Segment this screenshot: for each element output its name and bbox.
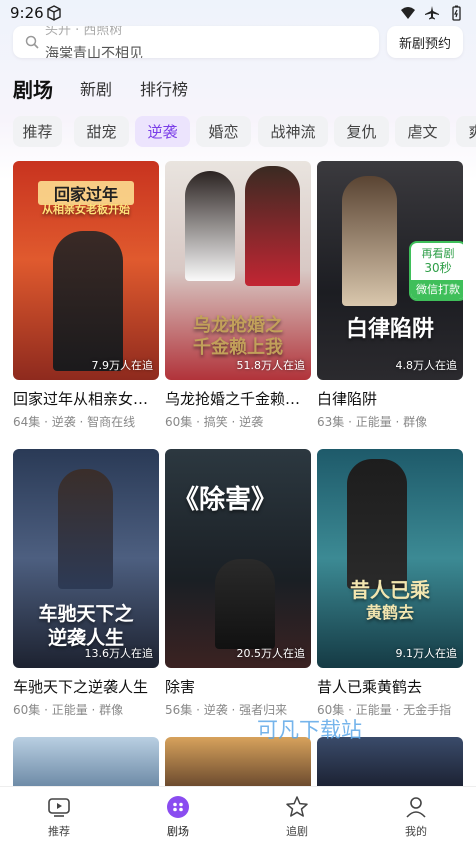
- drama-poster-partial[interactable]: [13, 737, 159, 787]
- box-icon: [47, 5, 61, 21]
- views-count: 13.6万人在追: [84, 647, 154, 660]
- drama-title: 白律陷阱: [317, 390, 378, 408]
- drama-poster: 《除害》 20.5万人在追: [165, 449, 311, 668]
- badge-line3: 微信打款: [411, 280, 463, 299]
- poster-subtitle: 千金赖上我: [193, 337, 283, 358]
- drama-poster: 回家过年 从相亲女老板开始 7.9万人在追: [13, 161, 159, 380]
- poster-figure: [58, 469, 113, 589]
- drama-meta: 64集 · 逆袭 · 智商在线: [13, 415, 136, 429]
- poster-figure: [347, 459, 407, 589]
- views-count: 20.5万人在追: [236, 647, 306, 660]
- nav-label: 我的: [405, 825, 427, 838]
- search-input[interactable]: 头开 · 西照树 海棠青山不相见: [13, 26, 379, 58]
- drama-poster-partial[interactable]: [165, 737, 311, 787]
- chip-angst[interactable]: 虐文: [395, 116, 450, 147]
- chip-recommend[interactable]: 推荐: [13, 116, 62, 147]
- drama-poster: 车驰天下之 逆袭人生 13.6万人在追: [13, 449, 159, 668]
- status-time: 9:26: [10, 4, 44, 22]
- drama-title: 车驰天下之逆袭人生: [13, 678, 149, 696]
- nav-follow[interactable]: 追剧: [267, 795, 327, 839]
- category-chips: 推荐 甜宠 逆袭 婚恋 战神流 复仇 虐文 爽: [13, 116, 476, 148]
- drama-poster: 白律陷阱 再看剧 30秒 微信打款 4.8万人在追: [317, 161, 463, 380]
- wifi-icon: [400, 5, 416, 21]
- poster-title: 白律陷阱: [345, 317, 434, 342]
- play-screen-icon: [48, 798, 70, 817]
- poster-figure: [245, 166, 300, 286]
- watermark: 可凡下载站: [257, 718, 362, 742]
- search-hint: 头开 · 西照树: [45, 26, 123, 38]
- poster-title: 车驰天下之: [38, 603, 134, 625]
- search-icon: [25, 35, 39, 49]
- poster-figure: [215, 559, 275, 649]
- nav-recommend[interactable]: 推荐: [29, 795, 89, 839]
- theater-icon: [167, 796, 189, 818]
- poster-subtitle: 从相亲女老板开始: [42, 203, 130, 216]
- views-count: 7.9万人在追: [91, 359, 154, 372]
- battery-icon: [448, 5, 464, 21]
- drama-meta: 63集 · 正能量 · 群像: [317, 415, 428, 429]
- tab-ranking[interactable]: 排行榜: [140, 76, 188, 100]
- chip-comeback[interactable]: 逆袭: [135, 116, 190, 147]
- drama-poster-partial[interactable]: [317, 737, 463, 787]
- drama-meta: 60集 · 正能量 · 群像: [13, 703, 124, 717]
- poster-figure: [53, 231, 123, 371]
- nav-theater[interactable]: 剧场: [148, 795, 208, 839]
- drama-title: 昔人已乘黄鹤去: [317, 678, 423, 696]
- reward-badge[interactable]: 再看剧 30秒 微信打款: [409, 241, 463, 301]
- status-bar: 9:26: [0, 0, 476, 26]
- nav-mine[interactable]: 我的: [386, 795, 446, 839]
- drama-title: 乌龙抢婚之千金赖上我: [165, 390, 311, 408]
- poster-title: 《除害》: [173, 485, 278, 515]
- bottom-nav: 推荐 剧场 追剧 我的: [0, 786, 476, 847]
- nav-label: 追剧: [286, 825, 308, 838]
- drama-meta: 60集 · 搞笑 · 逆袭: [165, 415, 264, 429]
- drama-poster: 昔人已乘 黄鹤去 9.1万人在追: [317, 449, 463, 668]
- airplane-icon: [424, 5, 440, 21]
- user-icon: [406, 797, 426, 818]
- drama-title: 除害: [165, 678, 196, 696]
- new-drama-reserve-button[interactable]: 新剧预约: [387, 26, 463, 58]
- chip-romance[interactable]: 婚恋: [196, 116, 251, 147]
- poster-subtitle: 黄鹤去: [365, 603, 414, 622]
- search-text: 海棠青山不相见: [45, 46, 143, 58]
- poster-figure: [342, 176, 397, 306]
- star-icon: [286, 796, 308, 817]
- badge-line2: 30秒: [424, 261, 452, 275]
- tab-theater[interactable]: 剧场: [13, 74, 53, 103]
- chip-war-god[interactable]: 战神流: [258, 116, 328, 147]
- views-count: 51.8万人在追: [236, 359, 306, 372]
- tab-new-drama[interactable]: 新剧: [80, 76, 112, 100]
- chip-revenge[interactable]: 复仇: [334, 116, 389, 147]
- nav-label: 剧场: [167, 825, 189, 838]
- drama-title: 回家过年从相亲女老板开始: [13, 390, 159, 408]
- drama-poster: 乌龙抢婚之 千金赖上我 51.8万人在追: [165, 161, 311, 380]
- poster-figure: [185, 171, 235, 281]
- views-count: 4.8万人在追: [395, 359, 458, 372]
- chip-sweet[interactable]: 甜宠: [74, 116, 129, 147]
- views-count: 9.1万人在追: [395, 647, 458, 660]
- nav-label: 推荐: [48, 825, 70, 838]
- chip-thrill[interactable]: 爽: [456, 116, 476, 147]
